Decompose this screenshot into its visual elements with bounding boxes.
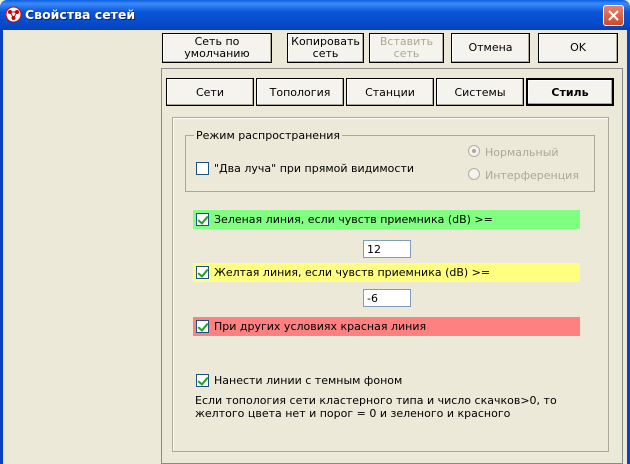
two-ray-label: "Два луча" при прямой видимости — [214, 162, 415, 175]
dark-background-checkbox[interactable] — [196, 374, 209, 387]
cancel-button[interactable]: Отмена — [451, 33, 530, 63]
tab-style[interactable]: Стиль — [526, 78, 614, 106]
green-line-label: Зеленая линия, если чувств приемника (dB… — [214, 213, 493, 226]
network-app-icon — [5, 6, 22, 23]
window-title: Свойства сетей — [25, 7, 136, 22]
tab-topology[interactable]: Топология — [256, 78, 344, 106]
red-line-label: При других условиях красная линия — [214, 320, 427, 333]
two-ray-checkbox[interactable] — [196, 162, 209, 175]
copy-network-button[interactable]: Копировать сеть — [287, 33, 364, 63]
close-icon — [608, 10, 619, 21]
ok-button[interactable]: OK — [538, 33, 618, 63]
title-bar: Свойства сетей — [0, 0, 630, 30]
yellow-threshold-input[interactable]: -6 — [363, 289, 411, 307]
propagation-legend: Режим распространения — [194, 129, 343, 142]
red-line-checkbox[interactable] — [196, 320, 209, 333]
interference-radio-label: Интерференция — [485, 169, 579, 182]
normal-radio[interactable] — [468, 145, 480, 157]
paste-network-button[interactable]: Вставить сеть — [369, 33, 444, 63]
normal-radio-label: Нормальный — [485, 146, 559, 159]
tab-networks[interactable]: Сети — [166, 78, 254, 106]
dark-background-label: Нанести линии с темным фоном — [214, 374, 403, 387]
yellow-line-checkbox[interactable] — [196, 266, 209, 279]
close-button[interactable] — [603, 5, 624, 26]
green-line-checkbox[interactable] — [196, 213, 209, 226]
yellow-line-label: Желтая линия, если чувств приемника (dB)… — [214, 266, 491, 279]
cluster-topology-note: Если топология сети кластерного типа и ч… — [195, 394, 557, 420]
tab-systems[interactable]: Системы — [436, 78, 524, 106]
green-threshold-input[interactable]: 12 — [363, 240, 411, 258]
default-network-button[interactable]: Сеть по умолчанию — [162, 33, 272, 63]
interference-radio[interactable] — [468, 168, 480, 180]
tab-stations[interactable]: Станции — [346, 78, 434, 106]
